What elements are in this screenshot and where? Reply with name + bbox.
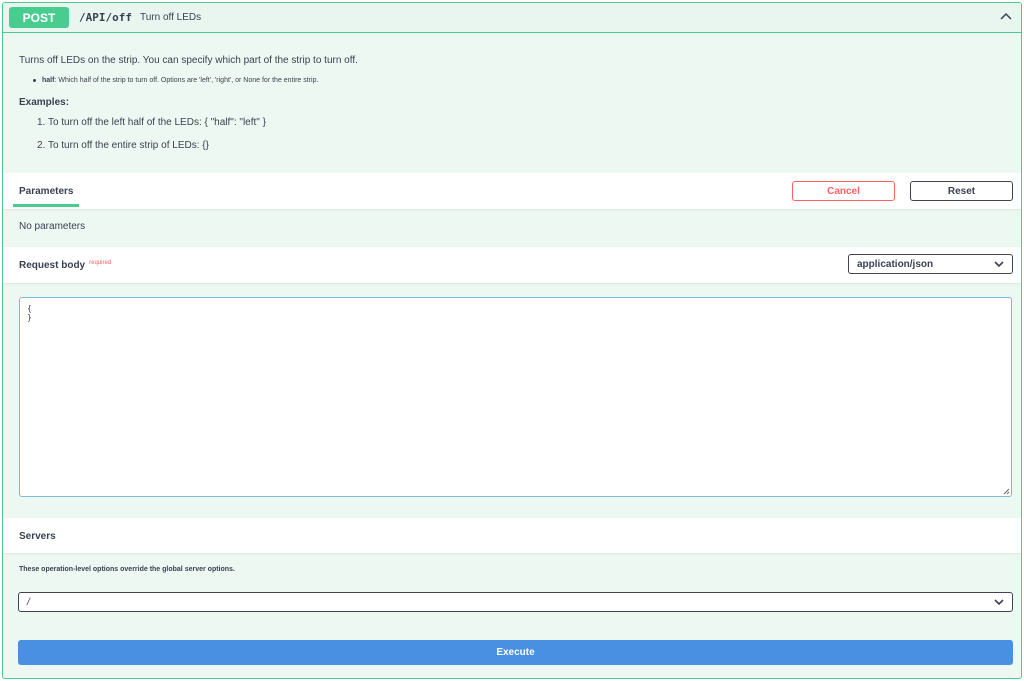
endpoint-path: /API/off	[79, 11, 132, 24]
summary-description: Turn off LEDs	[139, 12, 202, 23]
operation-summary[interactable]: POST /API/off Turn off LEDs	[3, 3, 1021, 33]
chevron-up-icon[interactable]	[999, 9, 1013, 23]
content-type-value: application/json	[857, 258, 934, 270]
servers-title: Servers	[19, 531, 56, 542]
cancel-button[interactable]: Cancel	[792, 181, 895, 201]
server-select-value: /	[27, 596, 30, 608]
request-body-editor[interactable]: { }	[19, 297, 1012, 497]
request-body-header: Request body required application/json	[3, 247, 1021, 283]
request-body-label: Request body	[19, 260, 86, 271]
no-parameters-text: No parameters	[19, 221, 86, 232]
required-label: required	[89, 260, 112, 266]
reset-button[interactable]: Reset	[910, 181, 1013, 201]
bullet-icon	[33, 78, 36, 82]
server-select[interactable]: /	[18, 592, 1013, 612]
param-description-item: half: Which half of the strip to turn of…	[33, 77, 318, 84]
param-text: : Which half of the strip to turn off. O…	[54, 77, 319, 84]
chevron-down-icon	[994, 599, 1004, 606]
param-name: half	[42, 77, 55, 84]
examples-heading: Examples:	[19, 97, 70, 108]
servers-note: These operation-level options override t…	[19, 566, 235, 573]
tab-parameters[interactable]: Parameters	[19, 186, 73, 197]
execute-button[interactable]: Execute	[18, 640, 1013, 665]
request-body-title: Request body required	[19, 260, 111, 271]
chevron-down-icon	[994, 261, 1004, 268]
content-type-select[interactable]: application/json	[848, 254, 1013, 274]
servers-header: Servers	[3, 518, 1021, 553]
description-text: Turns off LEDs on the strip. You can spe…	[19, 55, 358, 66]
parameters-header: Parameters Cancel Reset	[3, 173, 1021, 209]
example-item-2: 2. To turn off the entire strip of LEDs:…	[37, 140, 209, 151]
tab-active-indicator	[13, 204, 79, 207]
method-badge: POST	[9, 7, 69, 28]
example-item-1: 1. To turn off the left half of the LEDs…	[37, 117, 266, 128]
resize-handle-icon[interactable]	[1002, 487, 1010, 495]
operation-block: POST /API/off Turn off LEDs Turns off LE…	[2, 2, 1022, 679]
